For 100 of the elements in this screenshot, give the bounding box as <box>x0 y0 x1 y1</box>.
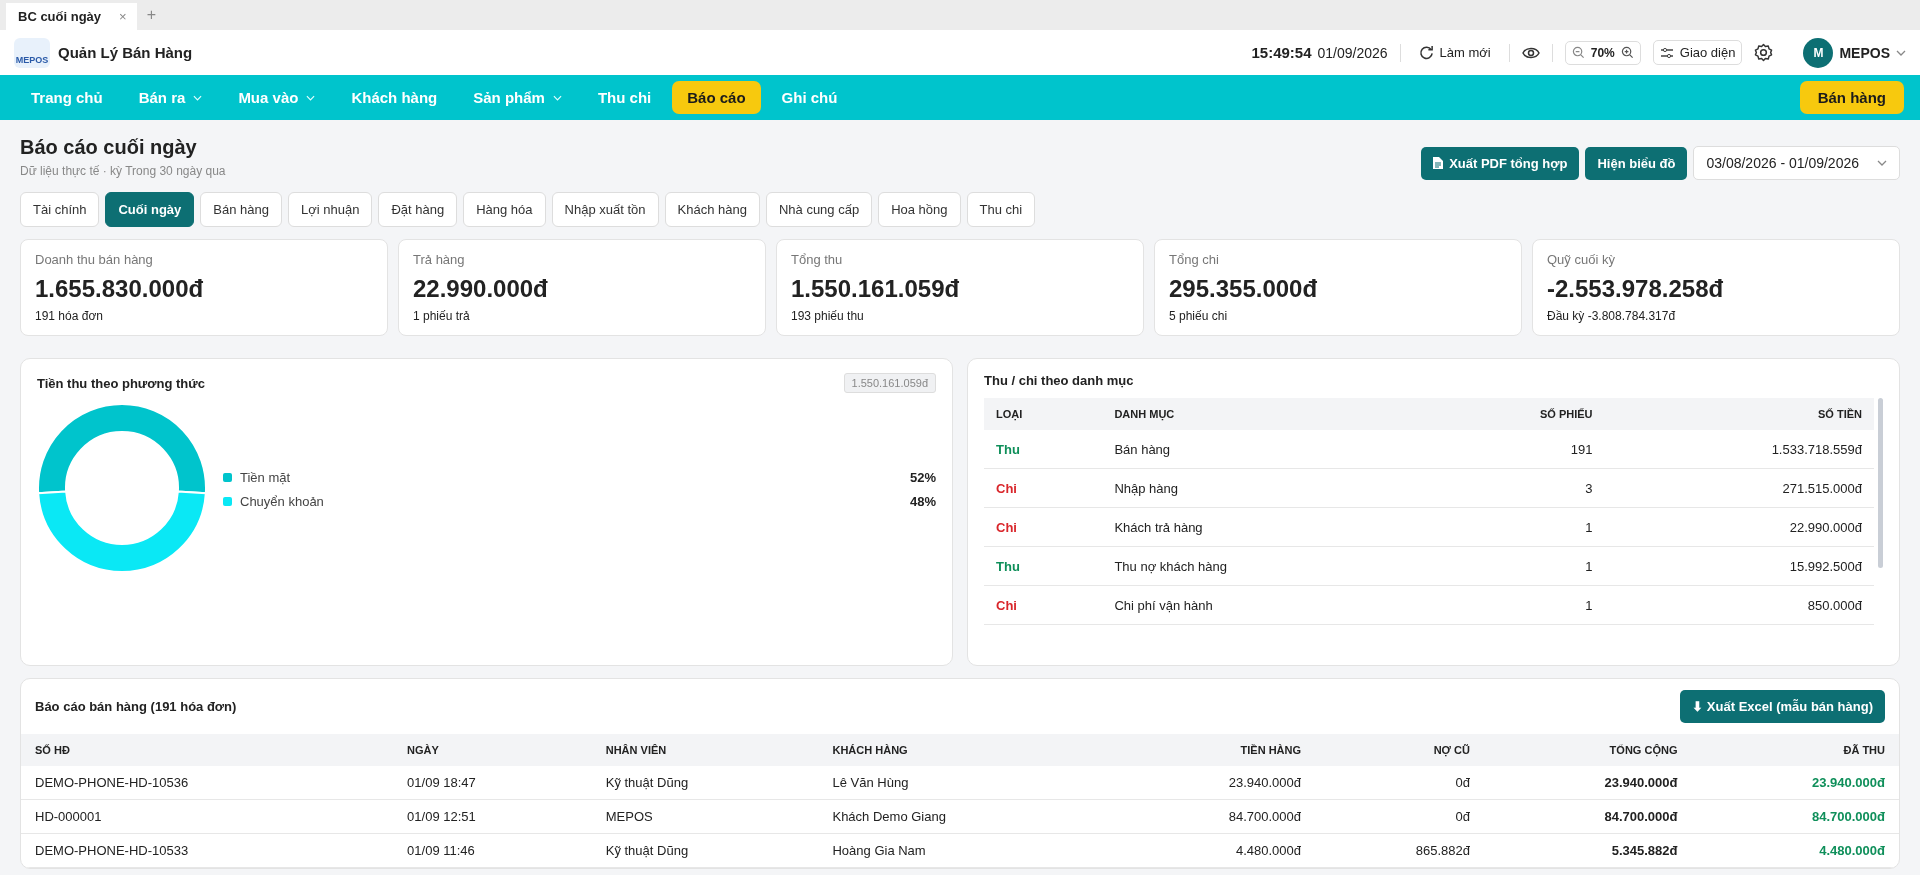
table-cell: 5.345.882đ <box>1483 833 1692 868</box>
type-cell: Chi <box>984 585 1103 625</box>
clock-date: 01/09/2026 <box>1317 44 1388 61</box>
column-header: SỐ HĐ <box>21 734 394 766</box>
table-cell: Lê Văn Hùng <box>818 766 1110 800</box>
sell-button[interactable]: Bán hàng <box>1799 81 1904 114</box>
table-cell: 01/09 18:47 <box>393 766 592 800</box>
table-cell: 01/09 11:46 <box>393 833 592 868</box>
table-cell: HD-000001 <box>21 799 394 834</box>
table-cell: Nhập hàng <box>1102 468 1425 508</box>
table-cell: 1 <box>1424 585 1605 625</box>
table-cell: Thu nợ khách hàng <box>1102 546 1425 586</box>
card-note: 193 phiếu thu <box>791 309 865 323</box>
zoom-in-icon[interactable] <box>1620 46 1634 59</box>
table-cell: 0đ <box>1315 766 1484 800</box>
report-tab[interactable]: Cuối ngày <box>105 192 195 227</box>
table-cell: MEPOS <box>591 799 819 834</box>
zoom-out-icon[interactable] <box>1571 46 1585 59</box>
table-cell: 4.480.000đ <box>1691 833 1899 868</box>
report-tab[interactable]: Thu chi <box>966 192 1036 227</box>
eye-icon[interactable] <box>1521 45 1540 60</box>
table-cell: 15.992.500đ <box>1604 546 1874 586</box>
panel-title: Thu / chi theo danh mục <box>984 373 1134 388</box>
card-note: 191 hóa đơn <box>35 309 104 323</box>
type-cell: Chi <box>984 507 1103 547</box>
scrollbar[interactable] <box>1878 398 1883 568</box>
card-label: Tổng chi <box>1169 252 1220 267</box>
report-tab[interactable]: Đặt hàng <box>378 192 458 227</box>
column-header: TIỀN HÀNG <box>1109 734 1316 766</box>
card-value: 1.655.830.000đ <box>35 275 205 303</box>
document-icon <box>1433 157 1444 169</box>
table-cell: 01/09 12:51 <box>393 799 592 834</box>
report-tab[interactable]: Nhập xuất tồn <box>551 192 659 227</box>
table-cell: 271.515.000đ <box>1604 468 1874 508</box>
table-cell: 1 <box>1424 507 1605 547</box>
type-cell: Chi <box>984 468 1103 508</box>
page-subtitle: Dữ liệu thực tế · kỳ Trong 30 ngày qua <box>20 164 226 178</box>
browser-tab[interactable]: BC cuối ngày × <box>6 3 137 30</box>
refresh-button[interactable]: Làm mới <box>1412 41 1497 64</box>
table-cell: Chi phí vận hành <box>1102 585 1425 625</box>
type-cell: Thu <box>984 430 1103 469</box>
table-cell: 850.000đ <box>1604 585 1874 625</box>
report-tab[interactable]: Khách hàng <box>664 192 760 227</box>
legend-percent: 48% <box>909 493 936 509</box>
report-tab[interactable]: Hàng hóa <box>463 192 546 227</box>
card-label: Quỹ cuối kỳ <box>1547 252 1616 267</box>
table-cell: 0đ <box>1315 799 1484 834</box>
user-menu[interactable]: M MEPOS <box>1803 37 1906 68</box>
table-cell: Kỹ thuật Dũng <box>591 766 819 800</box>
legend-percent: 52% <box>909 469 936 485</box>
card-value: 1.550.161.059đ <box>791 275 961 303</box>
table-cell: 23.940.000đ <box>1109 766 1316 800</box>
settings-icon[interactable] <box>1754 43 1774 62</box>
legend-label: Chuyển khoản <box>240 493 325 509</box>
table-cell: DEMO-PHONE-HD-10536 <box>21 766 394 800</box>
zoom-level: 70% <box>1590 45 1615 60</box>
close-icon[interactable]: × <box>119 9 127 24</box>
table-cell: 3 <box>1424 468 1605 508</box>
report-tab[interactable]: Tài chính <box>20 192 100 227</box>
avatar: M <box>1803 37 1834 68</box>
date-range-picker[interactable]: 03/08/2026 - 01/09/2026 <box>1693 146 1900 180</box>
report-tab[interactable]: Nhà cung cấp <box>765 192 873 227</box>
nav-item[interactable]: Báo cáo <box>672 81 761 114</box>
table-cell: 84.700.000đ <box>1483 799 1692 834</box>
caret-icon <box>1877 160 1887 166</box>
card-label: Doanh thu bán hàng <box>35 252 154 267</box>
report-tab[interactable]: Hoa hồng <box>878 192 961 227</box>
column-header: LOẠI <box>984 398 1103 430</box>
card-note: 5 phiếu chi <box>1169 309 1229 323</box>
theme-button[interactable]: Giao diện <box>1652 40 1743 65</box>
table-cell: Kỹ thuật Dũng <box>591 833 819 868</box>
report-tab[interactable]: Lợi nhuận <box>288 192 373 227</box>
column-header: SỐ TIỀN <box>1604 398 1874 430</box>
column-header: SỐ PHIẾU <box>1424 398 1605 430</box>
column-header: NỢ CŨ <box>1315 734 1484 766</box>
column-header: NHÂN VIÊN <box>591 734 819 766</box>
caret-icon <box>1896 49 1906 56</box>
table-cell: Hoàng Gia Nam <box>818 833 1110 868</box>
report-tab[interactable]: Bán hàng <box>200 192 282 227</box>
browser-tab-title: BC cuối ngày <box>18 9 102 24</box>
table-cell: 22.990.000đ <box>1604 507 1874 547</box>
table-cell: 23.940.000đ <box>1691 766 1899 800</box>
column-header: TỔNG CỘNG <box>1483 734 1692 766</box>
table-cell: 1.533.718.559đ <box>1604 430 1874 469</box>
export-pdf-button[interactable]: Xuất PDF tổng hợp <box>1421 146 1580 180</box>
table-cell: 84.700.000đ <box>1691 799 1899 834</box>
card-value: 22.990.000đ <box>413 275 549 303</box>
show-chart-button[interactable]: Hiện biểu đồ <box>1585 146 1688 180</box>
column-header: ĐÃ THU <box>1691 734 1899 766</box>
column-header: NGÀY <box>393 734 592 766</box>
card-label: Tổng thu <box>791 252 844 267</box>
table-cell: 23.940.000đ <box>1483 766 1692 800</box>
table-cell: Khách trả hàng <box>1102 507 1425 547</box>
clock-time: 15:49:54 <box>1251 44 1312 61</box>
export-excel-button[interactable]: ⬇ Xuất Excel (mẫu bán hàng) <box>1680 690 1885 723</box>
user-name: MEPOS <box>1839 44 1890 61</box>
zoom-control[interactable]: 70% <box>1564 40 1641 65</box>
table-cell: 4.480.000đ <box>1109 833 1316 868</box>
sliders-icon <box>1659 46 1674 59</box>
panel-title: Tiền thu theo phương thức <box>37 375 205 391</box>
